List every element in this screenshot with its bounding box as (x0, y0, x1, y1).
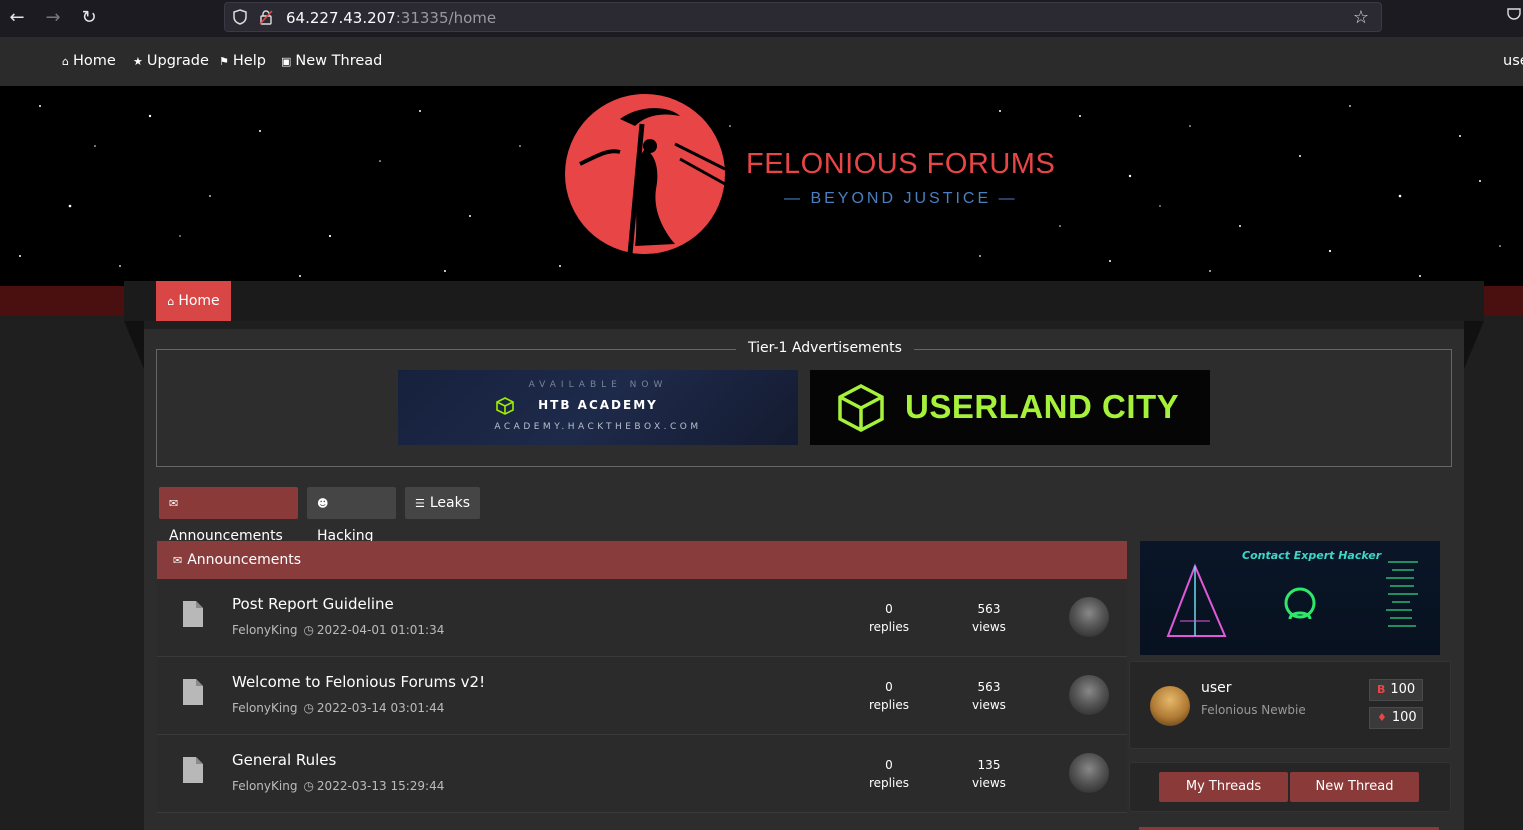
section-header: ✉ Announcements (157, 541, 1127, 579)
topnav-upgrade[interactable]: ★ Upgrade (133, 53, 209, 69)
url-text[interactable]: 64.227.43.207:31335/home (286, 9, 496, 27)
htb-ad-line3: ACADEMY.HACKTHEBOX.COM (494, 422, 702, 432)
bookmark-star-icon[interactable]: ☆ (1353, 7, 1369, 28)
brand-tagline: — BEYOND JUSTICE — (784, 190, 1018, 207)
reload-icon[interactable]: ↻ (77, 6, 101, 30)
coins-badge: B 100 (1369, 679, 1423, 701)
nav-wedge-left (124, 321, 144, 369)
star-icon: ★ (133, 55, 143, 68)
clock-icon: ◷ (303, 701, 314, 715)
document-icon (183, 601, 203, 627)
category-announcements[interactable]: ✉Announcements (159, 487, 298, 544)
back-arrow-icon[interactable]: ← (5, 6, 29, 30)
author-avatar[interactable] (1069, 753, 1109, 793)
replies-count: 0 replies (869, 602, 909, 634)
side-ad-graphic (1166, 561, 1418, 637)
document-icon (183, 757, 203, 783)
insecure-lock-icon[interactable] (259, 9, 273, 29)
userland-cube-icon (838, 384, 884, 432)
expert-hacker-ad[interactable]: Contact Expert Hacker (1140, 541, 1440, 655)
felonious-logo (565, 94, 726, 255)
author-avatar[interactable] (1069, 597, 1109, 637)
htb-academy-ad[interactable]: AVAILABLE NOW HTB ACADEMY ACADEMY.HACKTH… (398, 370, 798, 445)
profile-rank: Felonious Newbie (1201, 703, 1306, 717)
flag-icon: ⚑ (219, 55, 229, 68)
address-bar[interactable]: 64.227.43.207:31335/home ☆ (224, 2, 1382, 32)
main-nav-bar (124, 281, 1484, 321)
new-thread-button[interactable]: New Thread (1290, 772, 1419, 802)
user-menu[interactable]: use (1503, 53, 1523, 69)
topnav-new-thread[interactable]: ▣ New Thread (281, 53, 382, 69)
thread-author[interactable]: FelonyKing (232, 623, 297, 637)
home-icon: ⌂ (167, 295, 175, 308)
category-hacking[interactable]: ☻Hacking (307, 487, 396, 544)
topnav-help[interactable]: ⚑ Help (219, 53, 266, 69)
userland-city-ad[interactable]: USERLAND CITY (810, 370, 1210, 445)
nav-home-tab[interactable]: ⌂ Home (156, 281, 231, 321)
views-count: 563 views (972, 680, 1006, 712)
thread-row[interactable]: Welcome to Felonious Forums v2! FelonyKi… (157, 657, 1127, 735)
thread-row[interactable]: General Rules FelonyKing ◷ 2022-03-13 15:2… (157, 735, 1127, 813)
home-icon: ⌂ (62, 55, 69, 68)
user-profile-card: user Felonious Newbie B 100 ♦ 100 (1129, 661, 1451, 749)
htb-ad-line1: AVAILABLE NOW (528, 380, 668, 390)
bitcoin-icon: B (1377, 683, 1386, 696)
replies-count: 0 replies (869, 758, 909, 790)
nav-wedge-right (1464, 321, 1484, 369)
views-count: 563 views (972, 602, 1006, 634)
top-navigation: ⌂Home ★Upgrade ⚑Help ▣New Thread use (0, 37, 1523, 86)
thread-title[interactable]: Post Report Guideline (232, 595, 394, 613)
shield-icon[interactable] (233, 9, 247, 29)
thread-date: 2022-03-13 15:29:44 (316, 779, 445, 793)
profile-username[interactable]: user (1201, 680, 1232, 696)
browser-toolbar: ← → ↻ 64.227.43.207:31335/home ☆ (0, 0, 1523, 37)
views-count: 135 views (972, 758, 1006, 790)
htb-ad-line2: HTB ACADEMY (538, 398, 658, 412)
author-avatar[interactable] (1069, 675, 1109, 715)
thread-author[interactable]: FelonyKing (232, 779, 297, 793)
thread-actions-card: My Threads New Thread (1129, 762, 1451, 812)
user-avatar[interactable] (1150, 686, 1190, 726)
userland-ad-text: USERLAND CITY (905, 388, 1180, 425)
new-thread-icon: ▣ (281, 55, 292, 68)
thread-meta: FelonyKing ◷ 2022-03-13 15:29:44 (232, 779, 444, 793)
thread-title[interactable]: General Rules (232, 751, 336, 769)
thread-date: 2022-03-14 03:01:44 (316, 701, 445, 715)
ads-legend: Tier-1 Advertisements (736, 340, 914, 356)
replies-count: 0 replies (869, 680, 909, 712)
forward-arrow-icon[interactable]: → (41, 6, 65, 30)
clock-icon: ◷ (303, 779, 314, 793)
thread-author[interactable]: FelonyKing (232, 701, 297, 715)
starfield-background (19, 105, 1501, 277)
brand-title: FELONIOUS FORUMS (746, 148, 1056, 180)
pocket-icon[interactable] (1507, 7, 1521, 23)
thread-meta: FelonyKing ◷ 2022-03-14 03:01:44 (232, 701, 444, 715)
database-icon: ☰ (415, 497, 425, 510)
category-leaks[interactable]: ☰ Leaks (405, 487, 480, 519)
reputation-badge: ♦ 100 (1369, 707, 1423, 729)
advertisements-box: Tier-1 Advertisements AVAILABLE NOW HTB … (156, 340, 1452, 467)
megaphone-icon: ✉ (173, 554, 183, 567)
thread-date: 2022-04-01 01:01:34 (316, 623, 445, 637)
clock-icon: ◷ (303, 623, 314, 637)
hero-banner: FELONIOUS FORUMS — BEYOND JUSTICE — (0, 86, 1523, 286)
topnav-home[interactable]: ⌂ Home (62, 53, 116, 69)
main-content: Tier-1 Advertisements AVAILABLE NOW HTB … (144, 329, 1464, 830)
thread-row[interactable]: Post Report Guideline FelonyKing ◷ 2022-04… (157, 579, 1127, 657)
thread-meta: FelonyKing ◷ 2022-04-01 01:01:34 (232, 623, 444, 637)
my-threads-button[interactable]: My Threads (1159, 772, 1288, 802)
thread-title[interactable]: Welcome to Felonious Forums v2! (232, 673, 485, 691)
fire-icon: ♦ (1377, 711, 1387, 724)
hacker-icon: ☻ (317, 497, 329, 510)
document-icon (183, 679, 203, 705)
megaphone-icon: ✉ (169, 497, 179, 510)
